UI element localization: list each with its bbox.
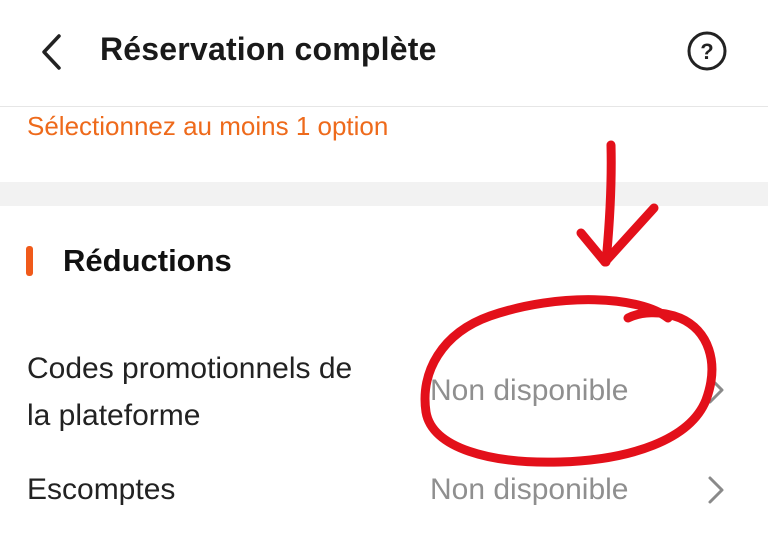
chevron-right-icon: [708, 376, 724, 404]
section-title: Réductions: [63, 243, 232, 278]
row-value: Non disponible: [430, 473, 629, 506]
chevron-right-icon: [708, 476, 724, 504]
arrow-head-left: [576, 228, 610, 267]
discounts-row[interactable]: Escomptes Non disponible: [0, 466, 768, 516]
row-label-line2: la plateforme: [27, 399, 201, 432]
row-label-line1: Codes promotionnels de: [27, 352, 353, 385]
back-button[interactable]: [30, 30, 74, 74]
help-button[interactable]: ?: [684, 28, 730, 74]
selection-hint: Sélectionnez au moins 1 option: [27, 111, 389, 141]
svg-text:?: ?: [700, 39, 713, 64]
row-label: Escomptes: [27, 473, 176, 506]
section-divider: [0, 182, 768, 206]
question-circle-icon: ?: [687, 31, 727, 71]
arrow-head-right: [600, 203, 659, 267]
row-value: Non disponible: [430, 374, 629, 407]
row-label: Codes promotionnels de la plateforme: [27, 345, 352, 439]
header-bar: Réservation complète ?: [0, 0, 768, 107]
chevron-left-icon: [42, 34, 61, 70]
promo-codes-row[interactable]: Codes promotionnels de la plateforme Non…: [0, 345, 768, 440]
page-title: Réservation complète: [100, 31, 437, 67]
section-accent-bar: [26, 246, 33, 276]
